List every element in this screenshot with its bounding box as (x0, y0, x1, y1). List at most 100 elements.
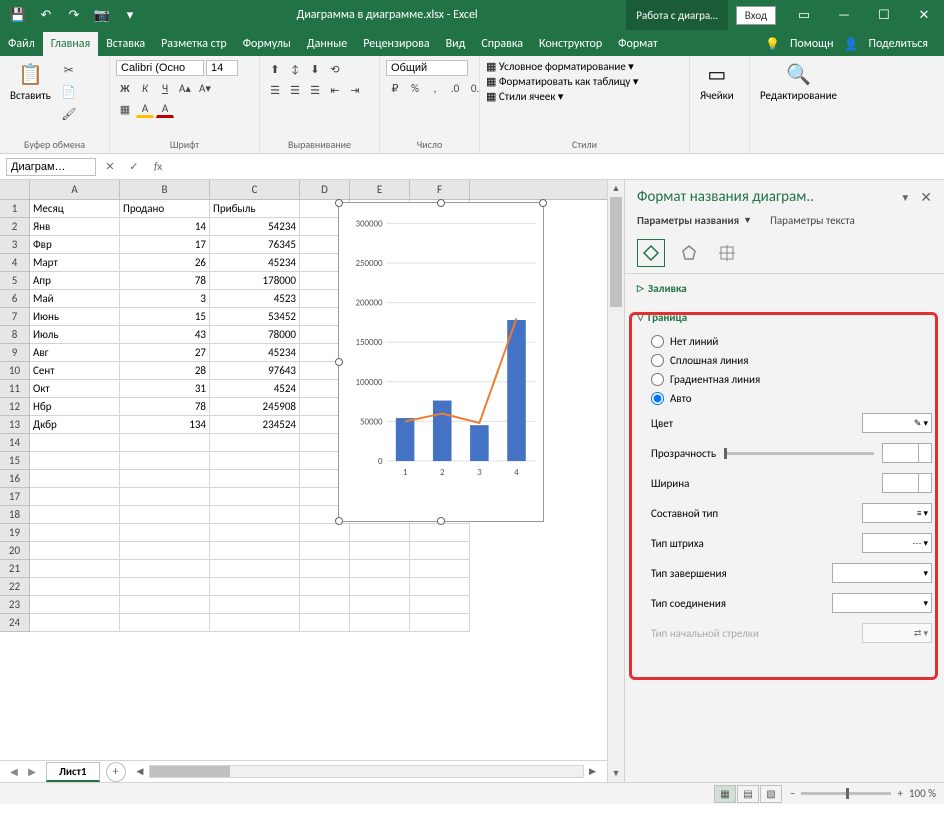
cell[interactable] (210, 506, 300, 524)
cell[interactable] (350, 560, 410, 578)
cell[interactable] (210, 578, 300, 596)
width-spinner[interactable] (882, 473, 932, 493)
percent-icon[interactable]: % (406, 79, 424, 97)
cell[interactable] (120, 524, 210, 542)
cell[interactable] (410, 614, 470, 632)
cell[interactable] (30, 578, 120, 596)
cell[interactable] (30, 614, 120, 632)
row-header[interactable]: 12 (0, 398, 30, 416)
tab-home[interactable]: Главная (43, 32, 98, 56)
cell[interactable] (120, 542, 210, 560)
cell[interactable] (120, 434, 210, 452)
cell[interactable]: Авг (30, 344, 120, 362)
cell[interactable] (300, 542, 350, 560)
subtab-title-options[interactable]: Параметры названия ▼ (637, 214, 752, 227)
cell[interactable]: 14 (120, 218, 210, 236)
cell[interactable] (350, 596, 410, 614)
pane-close-icon[interactable]: ✕ (920, 189, 932, 206)
cell[interactable]: 54234 (210, 218, 300, 236)
cell[interactable] (210, 614, 300, 632)
radio-gradient-line[interactable]: Градиентная линия (651, 370, 932, 389)
pane-icon-fill[interactable] (637, 239, 665, 267)
cell[interactable] (120, 488, 210, 506)
cell[interactable] (210, 596, 300, 614)
name-box[interactable] (6, 158, 96, 176)
ribbon-display-icon[interactable]: ▭ (784, 0, 824, 30)
chart-tools-tab[interactable]: Работа с диагра… (626, 0, 728, 30)
cell[interactable] (30, 488, 120, 506)
zoom-in-button[interactable]: + (897, 787, 902, 800)
cell[interactable] (30, 452, 120, 470)
bold-button[interactable]: Ж (116, 79, 134, 97)
maximize-icon[interactable]: ☐ (864, 0, 904, 30)
section-border-header[interactable]: ▽ Граница (637, 307, 932, 328)
row-header[interactable]: 7 (0, 308, 30, 326)
row-header[interactable]: 8 (0, 326, 30, 344)
cell[interactable] (30, 596, 120, 614)
cell[interactable] (350, 578, 410, 596)
orientation-icon[interactable]: ⟲ (326, 60, 344, 78)
cell[interactable] (120, 452, 210, 470)
share-label[interactable]: Поделиться (863, 32, 934, 56)
cell[interactable]: Дкбр (30, 416, 120, 434)
tab-pagelayout[interactable]: Разметка стр (153, 32, 235, 56)
cell[interactable] (410, 596, 470, 614)
view-pagelayout-icon[interactable]: ▤ (737, 785, 759, 803)
share-icon[interactable]: 👤 (844, 37, 859, 52)
row-header[interactable]: 1 (0, 200, 30, 218)
cut-icon[interactable]: ✂ (59, 60, 79, 80)
cell[interactable]: Продано (120, 200, 210, 218)
font-size-combo[interactable] (206, 60, 238, 76)
cell[interactable]: 3 (120, 290, 210, 308)
cell[interactable] (350, 542, 410, 560)
cell[interactable] (210, 542, 300, 560)
thousands-icon[interactable]: , (426, 79, 444, 97)
redo-icon[interactable]: ↷ (62, 3, 86, 27)
radio-no-line[interactable]: Нет линий (651, 332, 932, 351)
zoom-level[interactable]: 100 % (909, 787, 936, 800)
format-as-table-button[interactable]: ▦ Форматировать как таблицу ▾ (486, 75, 638, 88)
color-picker-button[interactable]: ✎ ▾ (862, 413, 932, 433)
fill-color-icon[interactable]: A (136, 100, 154, 118)
align-bottom-icon[interactable]: ⬇ (306, 60, 324, 78)
sheet-nav-prev-icon[interactable]: ◀ (6, 764, 22, 780)
radio-solid-line[interactable]: Сплошная линия (651, 351, 932, 370)
camera-icon[interactable]: 📷 (90, 3, 114, 27)
tab-file[interactable]: Файл (0, 32, 43, 56)
cell[interactable]: 27 (120, 344, 210, 362)
row-header[interactable]: 15 (0, 452, 30, 470)
row-header[interactable]: 21 (0, 560, 30, 578)
cell[interactable] (210, 524, 300, 542)
row-header[interactable]: 22 (0, 578, 30, 596)
cell[interactable]: Июнь (30, 308, 120, 326)
cell[interactable] (120, 470, 210, 488)
add-sheet-button[interactable]: + (106, 762, 126, 782)
col-header-A[interactable]: A (30, 180, 120, 199)
tab-formulas[interactable]: Формулы (235, 32, 299, 56)
row-header[interactable]: 18 (0, 506, 30, 524)
format-painter-icon[interactable]: 🖌 (59, 104, 79, 124)
row-header[interactable]: 10 (0, 362, 30, 380)
cell[interactable]: 26 (120, 254, 210, 272)
cell[interactable]: Апр (30, 272, 120, 290)
tab-format[interactable]: Формат (610, 32, 665, 56)
cancel-formula-icon[interactable]: ✕ (100, 157, 120, 177)
col-header-C[interactable]: C (210, 180, 300, 199)
editing-button[interactable]: 🔍 Редактирование (756, 60, 841, 104)
tab-help[interactable]: Справка (473, 32, 531, 56)
cell[interactable] (410, 578, 470, 596)
font-name-combo[interactable] (116, 60, 204, 76)
subtab-text-options[interactable]: Параметры текста (770, 214, 855, 227)
cell[interactable]: 97643 (210, 362, 300, 380)
cell[interactable] (210, 488, 300, 506)
view-pagebreak-icon[interactable]: ▧ (760, 785, 782, 803)
cell[interactable] (210, 560, 300, 578)
compound-type-combo[interactable]: ≡ ▾ (862, 503, 932, 523)
save-icon[interactable]: 💾 (6, 3, 30, 27)
minimize-icon[interactable]: — (824, 0, 864, 30)
tab-insert[interactable]: Вставка (98, 32, 153, 56)
cell[interactable]: 17 (120, 236, 210, 254)
row-header[interactable]: 19 (0, 524, 30, 542)
row-header[interactable]: 5 (0, 272, 30, 290)
row-header[interactable]: 14 (0, 434, 30, 452)
